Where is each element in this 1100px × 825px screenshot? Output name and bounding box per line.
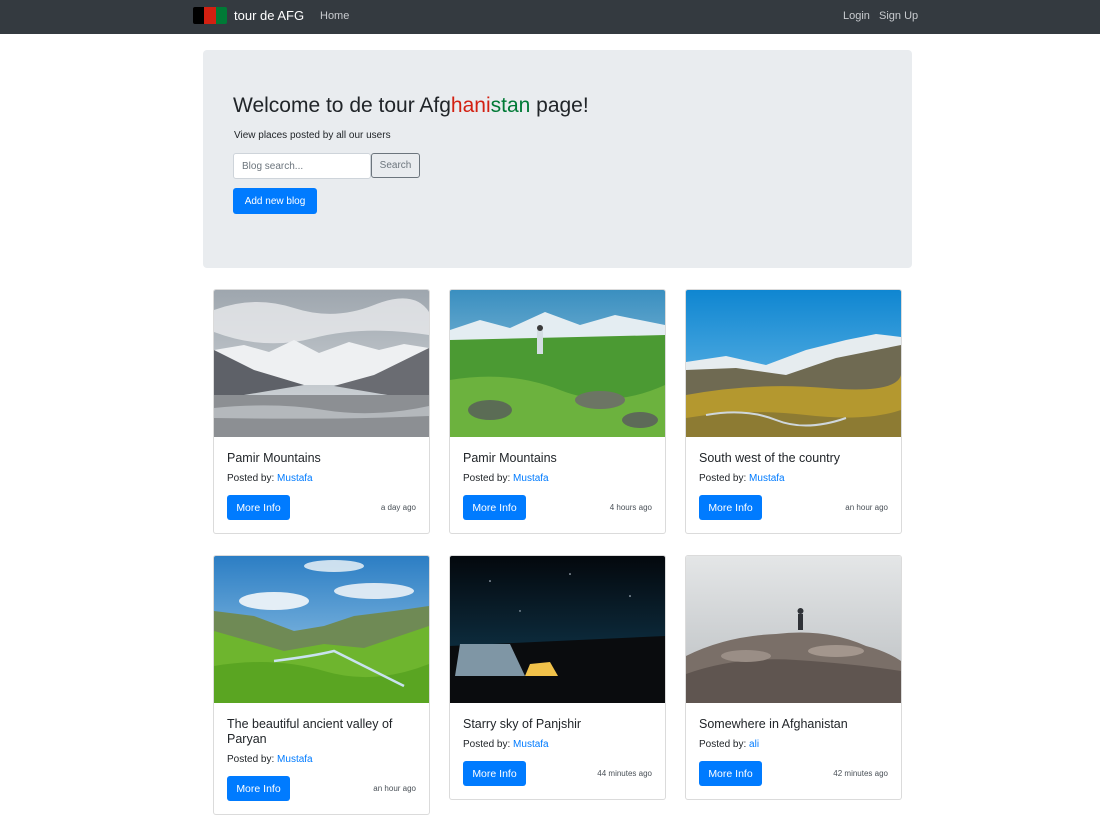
card-title: Starry sky of Panjshir [463, 717, 582, 731]
more-info-button[interactable]: More Info [699, 761, 762, 786]
post-time: 42 minutes ago [833, 769, 888, 778]
posted-by: Posted by: ali [699, 739, 888, 750]
afghanistan-flag-icon [193, 7, 227, 24]
brand[interactable]: tour de AFG [193, 7, 304, 24]
author-link[interactable]: Mustafa [277, 754, 313, 765]
posted-by: Posted by: Mustafa [227, 754, 416, 765]
blog-card: Starry sky of Panjshir Posted by: Mustaf… [449, 555, 666, 800]
card-title: The beautiful ancient valley of Paryan [227, 717, 393, 746]
post-time: 44 minutes ago [597, 769, 652, 778]
author-link[interactable]: Mustafa [513, 739, 549, 750]
author-link[interactable]: ali [749, 739, 759, 750]
blog-card: South west of the country Posted by: Mus… [685, 289, 902, 534]
blog-card: Pamir Mountains Posted by: Mustafa More … [213, 289, 430, 534]
posted-by: Posted by: Mustafa [463, 739, 652, 750]
jumbotron: Welcome to de tour Afghanistan page! Vie… [203, 50, 912, 268]
night-sky-tent-image [450, 556, 665, 703]
search-button[interactable]: Search [371, 153, 420, 178]
blog-search-input[interactable] [233, 153, 371, 179]
posted-by-label: Posted by: [699, 473, 747, 484]
card-title: Pamir Mountains [227, 451, 321, 465]
posted-by-label: Posted by: [699, 739, 747, 750]
author-link[interactable]: Mustafa [277, 473, 313, 484]
nav-signup-link[interactable]: Sign Up [879, 10, 918, 22]
posted-by: Posted by: Mustafa [227, 473, 416, 484]
author-link[interactable]: Mustafa [749, 473, 785, 484]
page-title: Welcome to de tour Afghanistan page! [233, 94, 589, 118]
hiker-on-rocks-fog-image [686, 556, 901, 703]
posted-by-label: Posted by: [227, 473, 275, 484]
author-link[interactable]: Mustafa [513, 473, 549, 484]
posted-by-label: Posted by: [463, 739, 511, 750]
card-title: Pamir Mountains [463, 451, 557, 465]
snowy-mountain-valley-image [214, 290, 429, 437]
card-title: South west of the country [699, 451, 841, 465]
blog-card: Somewhere in Afghanistan Posted by: ali … [685, 555, 902, 800]
title-suffix: page! [530, 94, 589, 117]
posted-by-label: Posted by: [227, 754, 275, 765]
more-info-button[interactable]: More Info [227, 776, 290, 801]
more-info-button[interactable]: More Info [463, 495, 526, 520]
post-time: a day ago [380, 503, 416, 512]
post-time: an hour ago [845, 503, 888, 512]
posted-by: Posted by: Mustafa [699, 473, 888, 484]
page-lead: View places posted by all our users [234, 130, 391, 141]
title-green-part: stan [490, 94, 531, 117]
nav-home-link[interactable]: Home [320, 10, 349, 22]
nav-login-link[interactable]: Login [843, 10, 870, 22]
blog-card: Pamir Mountains Posted by: Mustafa More … [449, 289, 666, 534]
navbar: tour de AFG Home Login Sign Up [0, 0, 1100, 34]
brand-name[interactable]: tour de AFG [234, 8, 304, 23]
posted-by: Posted by: Mustafa [463, 473, 652, 484]
blog-card: The beautiful ancient valley of Paryan P… [213, 555, 430, 815]
more-info-button[interactable]: More Info [463, 761, 526, 786]
title-red-part: hani [450, 94, 491, 117]
green-valley-river-image [214, 556, 429, 703]
more-info-button[interactable]: More Info [227, 495, 290, 520]
add-new-blog-button[interactable]: Add new blog [233, 188, 317, 214]
post-time: 4 hours ago [609, 503, 652, 512]
golden-valley-blue-sky-image [686, 290, 901, 437]
card-title: Somewhere in Afghanistan [699, 717, 848, 731]
more-info-button[interactable]: More Info [699, 495, 762, 520]
post-time: an hour ago [373, 784, 416, 793]
title-prefix: Welcome to de tour Afg [233, 94, 451, 117]
posted-by-label: Posted by: [463, 473, 511, 484]
green-meadow-with-hiker-image [450, 290, 665, 437]
